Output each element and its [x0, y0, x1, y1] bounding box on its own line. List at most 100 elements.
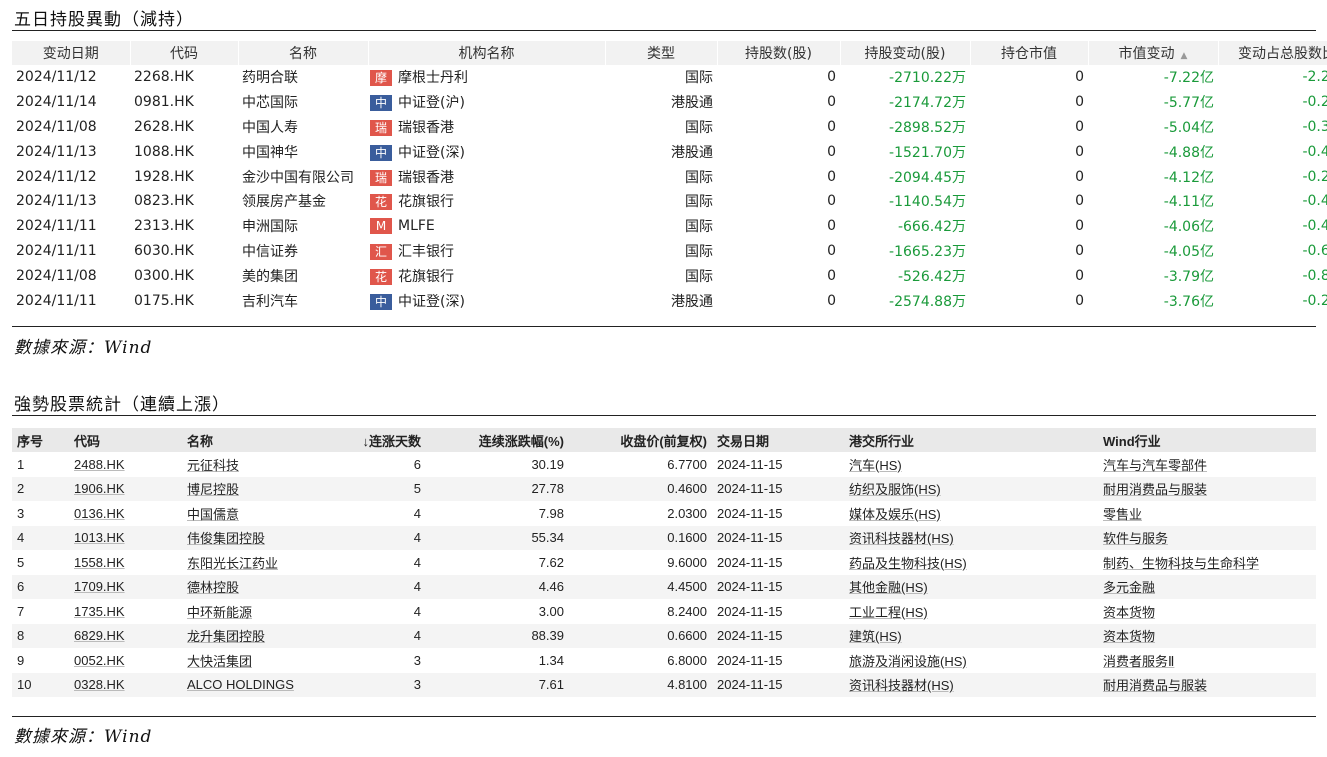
col-header-name[interactable]: 名称: [238, 41, 369, 65]
table-row[interactable]: 2024/11/11 6030.HK 中信证券汇汇丰银行 国际 0 -1665.23万 0 -…: [12, 239, 1327, 264]
cell-name[interactable]: 元征科技: [182, 452, 306, 477]
col-header-institution[interactable]: 机构名称: [368, 41, 606, 65]
cell-code[interactable]: 6829.HK: [69, 623, 182, 648]
cell-code[interactable]: 1558.HK: [69, 550, 182, 575]
cell-name[interactable]: 中国儒意: [182, 501, 306, 526]
cell-code[interactable]: 0300.HK: [130, 263, 238, 288]
cell-name[interactable]: 申洲国际: [238, 214, 368, 239]
col-header-share-change[interactable]: 持股变动(股): [840, 41, 971, 65]
cell-code[interactable]: 6030.HK: [130, 239, 238, 264]
table-row[interactable]: 8 6829.HK 龙升集团控股 4 88.39 0.6600 2024-11-15 建筑(H…: [12, 623, 1316, 648]
cell-name[interactable]: 美的集团: [238, 263, 368, 288]
col-header-code[interactable]: 代码: [69, 428, 182, 452]
cell-name[interactable]: 领展房产基金: [238, 189, 368, 214]
table-row[interactable]: 2024/11/12 1928.HK 金沙中国有限公司瑞瑞银香港 国际 0 -2094.4…: [12, 164, 1327, 189]
cell-wind-industry[interactable]: 资本货物: [1098, 599, 1316, 624]
cell-wind-industry[interactable]: 消费者服务Ⅱ: [1098, 648, 1316, 673]
cell-name[interactable]: ALCO HOLDINGS: [182, 672, 306, 697]
cell-code[interactable]: 2628.HK: [130, 115, 238, 140]
cell-wind-industry[interactable]: 软件与服务: [1098, 525, 1316, 550]
table-row[interactable]: 4 1013.HK 伟俊集团控股 4 55.34 0.1600 2024-11-15 资讯科技…: [12, 525, 1316, 550]
cell-wind-industry[interactable]: 汽车与汽车零部件: [1098, 452, 1316, 477]
cell-hkex-industry[interactable]: 建筑(HS): [844, 623, 1098, 648]
col-header-shares[interactable]: 持股数(股): [717, 41, 841, 65]
table-row[interactable]: 2 1906.HK 博尼控股 5 27.78 0.4600 2024-11-15 纺织及服饰(…: [12, 476, 1316, 501]
cell-code[interactable]: 0328.HK: [69, 672, 182, 697]
cell-name[interactable]: 中芯国际: [238, 90, 368, 115]
cell-wind-industry[interactable]: 多元金融: [1098, 574, 1316, 599]
table-row[interactable]: 3 0136.HK 中国儒意 4 7.98 2.0300 2024-11-15 媒体及娱乐(H…: [12, 501, 1316, 526]
cell-wind-industry[interactable]: 耐用消费品与服装: [1098, 476, 1316, 501]
table-row[interactable]: 2024/11/13 0823.HK 领展房产基金花花旗银行 国际 0 -1140.54万…: [12, 189, 1327, 214]
cell-hkex-industry[interactable]: 资讯科技器材(HS): [844, 672, 1098, 697]
table-row[interactable]: 2024/11/13 1088.HK 中国神华中中证登(深) 港股通 0 -1521.70…: [12, 139, 1327, 164]
cell-hkex-industry[interactable]: 工业工程(HS): [844, 599, 1098, 624]
cell-name[interactable]: 中国人寿: [238, 115, 368, 140]
col-header-consecutive-days[interactable]: ↓连涨天数: [306, 428, 426, 452]
cell-code[interactable]: 2488.HK: [69, 452, 182, 477]
col-header-name[interactable]: 名称: [182, 428, 306, 452]
col-header-index[interactable]: 序号: [12, 428, 69, 452]
table-row[interactable]: 2024/11/12 2268.HK 药明合联摩摩根士丹利 国际 0 -2710.22万 0…: [12, 65, 1327, 90]
cell-code[interactable]: 0175.HK: [130, 288, 238, 313]
table-row[interactable]: 6 1709.HK 德林控股 4 4.46 4.4500 2024-11-15 其他金融(HS…: [12, 574, 1316, 599]
cell-wind-industry[interactable]: 制药、生物科技与生命科学: [1098, 550, 1316, 575]
col-header-change-ratio[interactable]: 变动占总股数比: [1218, 41, 1327, 65]
col-header-consecutive-pct[interactable]: 连续涨跌幅(%): [426, 428, 569, 452]
cell-code[interactable]: 1906.HK: [69, 476, 182, 501]
cell-code[interactable]: 1735.HK: [69, 599, 182, 624]
cell-code[interactable]: 1709.HK: [69, 574, 182, 599]
cell-name[interactable]: 龙升集团控股: [182, 623, 306, 648]
col-header-hkex-industry[interactable]: 港交所行业: [844, 428, 1098, 452]
cell-hkex-industry[interactable]: 纺织及服饰(HS): [844, 476, 1098, 501]
col-header-close-price[interactable]: 收盘价(前复权): [569, 428, 712, 452]
cell-name[interactable]: 药明合联: [238, 65, 368, 90]
table-row[interactable]: 10 0328.HK ALCO HOLDINGS 3 7.61 4.8100 2024-11…: [12, 672, 1316, 697]
col-header-date[interactable]: 变动日期: [12, 41, 131, 65]
table-row[interactable]: 2024/11/14 0981.HK 中芯国际中中证登(沪) 港股通 0 -2174.72…: [12, 90, 1327, 115]
table-row[interactable]: 2024/11/08 0300.HK 美的集团花花旗银行 国际 0 -526.42万 0 -3…: [12, 263, 1327, 288]
cell-name[interactable]: 东阳光长江药业: [182, 550, 306, 575]
col-header-wind-industry[interactable]: Wind行业: [1098, 428, 1316, 452]
cell-name[interactable]: 吉利汽车: [238, 288, 368, 313]
col-header-trade-date[interactable]: 交易日期: [712, 428, 844, 452]
cell-name[interactable]: 中国神华: [238, 139, 368, 164]
cell-code[interactable]: 0136.HK: [69, 501, 182, 526]
col-header-market-value[interactable]: 持仓市值: [970, 41, 1089, 65]
col-header-mv-change[interactable]: 市值变动 ▲: [1088, 41, 1219, 65]
sort-ascending-icon[interactable]: ▲: [1181, 51, 1188, 61]
col-header-code[interactable]: 代码: [130, 41, 239, 65]
table-row[interactable]: 9 0052.HK 大快活集团 3 1.34 6.8000 2024-11-15 旅游及消闲设…: [12, 648, 1316, 673]
table-row[interactable]: 5 1558.HK 东阳光长江药业 4 7.62 9.6000 2024-11-15 药品及生…: [12, 550, 1316, 575]
cell-hkex-industry[interactable]: 其他金融(HS): [844, 574, 1098, 599]
cell-wind-industry[interactable]: 零售业: [1098, 501, 1316, 526]
table-row[interactable]: 7 1735.HK 中环新能源 4 3.00 8.2400 2024-11-15 工业工程(H…: [12, 599, 1316, 624]
cell-code[interactable]: 2268.HK: [130, 65, 238, 90]
cell-name[interactable]: 中信证券: [238, 239, 368, 264]
cell-wind-industry[interactable]: 资本货物: [1098, 623, 1316, 648]
table-row[interactable]: 2024/11/11 0175.HK 吉利汽车中中证登(深) 港股通 0 -2574.88…: [12, 288, 1327, 313]
cell-code[interactable]: 1928.HK: [130, 164, 238, 189]
cell-name[interactable]: 德林控股: [182, 574, 306, 599]
cell-code[interactable]: 1013.HK: [69, 525, 182, 550]
cell-name[interactable]: 大快活集团: [182, 648, 306, 673]
cell-hkex-industry[interactable]: 媒体及娱乐(HS): [844, 501, 1098, 526]
cell-hkex-industry[interactable]: 药品及生物科技(HS): [844, 550, 1098, 575]
col-header-type[interactable]: 类型: [605, 41, 718, 65]
cell-hkex-industry[interactable]: 汽车(HS): [844, 452, 1098, 477]
cell-code[interactable]: 0981.HK: [130, 90, 238, 115]
cell-wind-industry[interactable]: 耐用消费品与服装: [1098, 672, 1316, 697]
cell-name[interactable]: 伟俊集团控股: [182, 525, 306, 550]
cell-code[interactable]: 1088.HK: [130, 139, 238, 164]
cell-code[interactable]: 2313.HK: [130, 214, 238, 239]
table-row[interactable]: 2024/11/11 2313.HK 申洲国际 M MLFE 国际 0 -666.42万 0 -4…: [12, 214, 1327, 239]
cell-name[interactable]: 博尼控股: [182, 476, 306, 501]
cell-name[interactable]: 中环新能源: [182, 599, 306, 624]
cell-hkex-industry[interactable]: 旅游及消闲设施(HS): [844, 648, 1098, 673]
table-row[interactable]: 1 2488.HK 元征科技 6 30.19 6.7700 2024-11-15 汽车(HS)…: [12, 452, 1316, 477]
table-row[interactable]: 2024/11/08 2628.HK 中国人寿瑞瑞银香港 国际 0 -2898.52万 0 -…: [12, 115, 1327, 140]
cell-code[interactable]: 0052.HK: [69, 648, 182, 673]
cell-hkex-industry[interactable]: 资讯科技器材(HS): [844, 525, 1098, 550]
cell-code[interactable]: 0823.HK: [130, 189, 238, 214]
cell-name[interactable]: 金沙中国有限公司: [238, 164, 368, 189]
